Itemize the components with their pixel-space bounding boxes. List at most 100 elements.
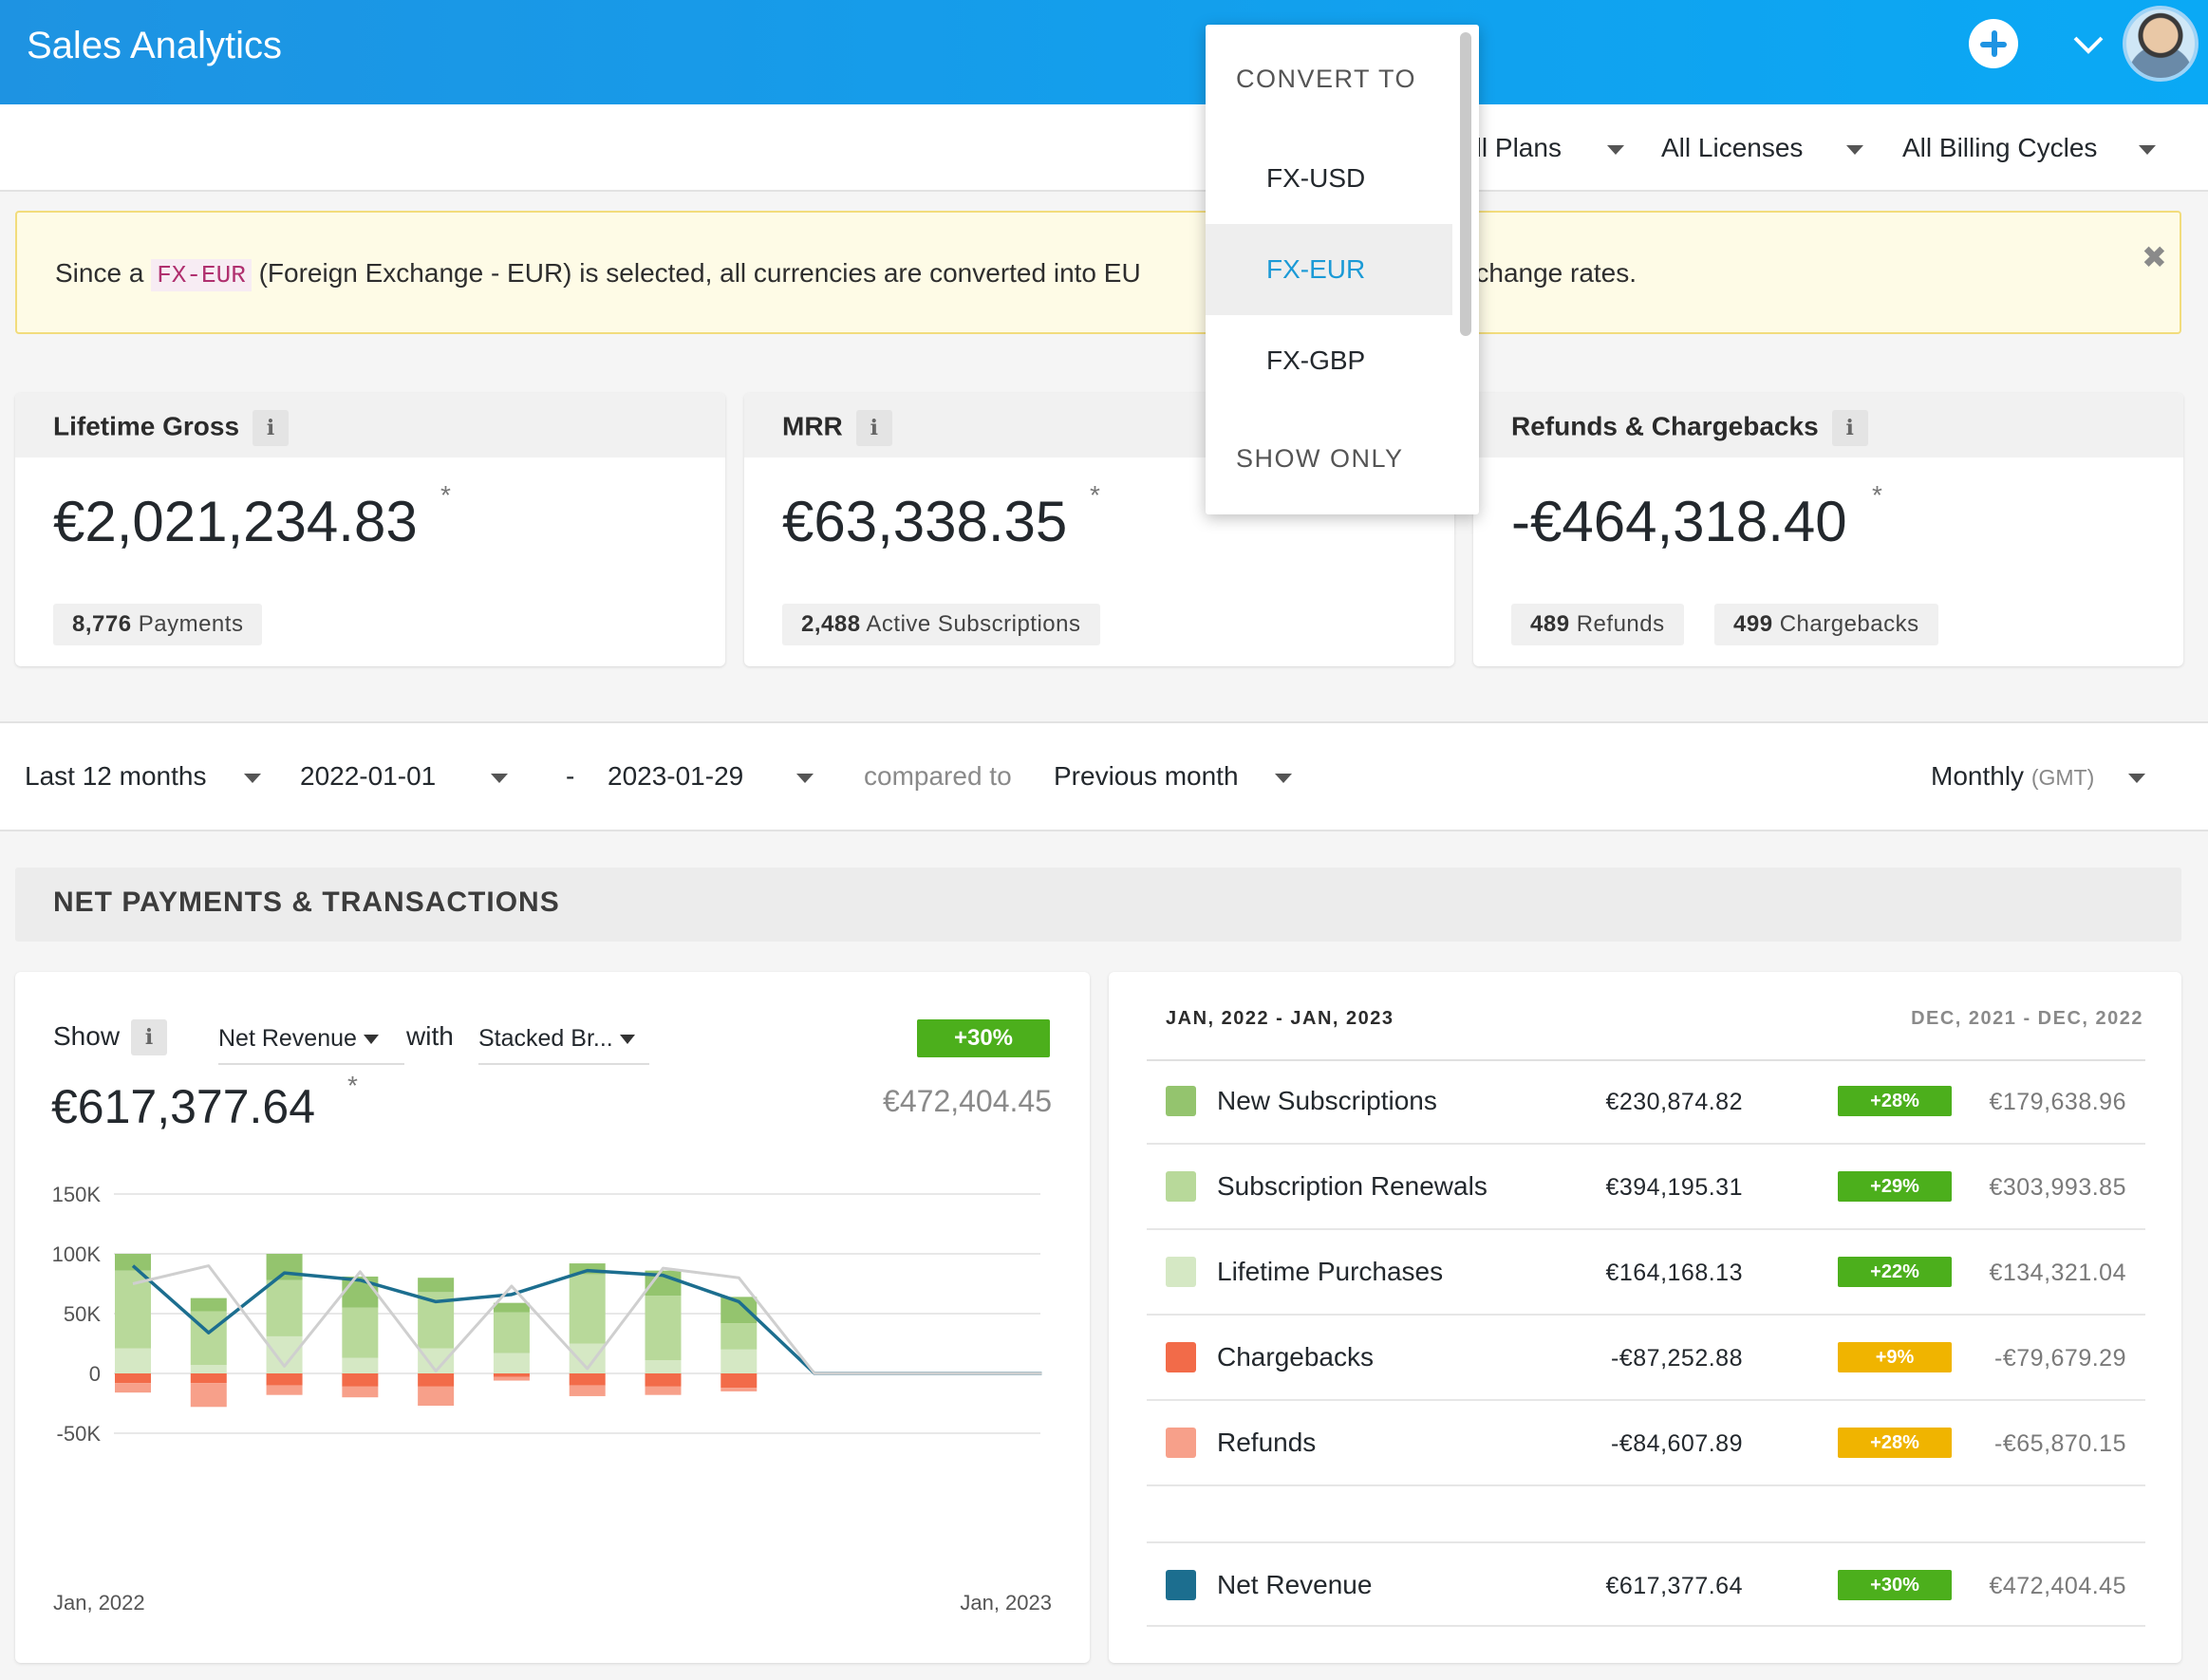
info-icon[interactable]: i (1831, 410, 1868, 446)
bar-segment (493, 1312, 530, 1353)
to-date-label: 2023-01-29 (608, 761, 744, 791)
card-value: €63,338.35 (782, 490, 1068, 553)
pill-number: 2,488 (801, 611, 861, 637)
pill-number: 489 (1530, 611, 1570, 637)
from-date-label: 2022-01-01 (300, 761, 437, 791)
bar-segment (115, 1373, 151, 1384)
bar-segment (645, 1373, 682, 1387)
licenses-filter[interactable]: All Licenses (1661, 131, 1864, 165)
interval-select[interactable]: Monthly (GMT) (1931, 759, 2146, 794)
legend-swatch (1166, 1428, 1196, 1458)
asterisk: * (1872, 480, 1882, 510)
bar-segment (342, 1373, 379, 1387)
info-icon[interactable]: i (855, 410, 892, 446)
row-value: €394,195.31 (1605, 1174, 1743, 1201)
option-fx-eur[interactable]: FX-EUR (1206, 224, 1452, 315)
bar-segment (569, 1385, 606, 1396)
date-dash: - (566, 761, 575, 791)
bar-segment (720, 1388, 758, 1391)
compared-label: compared to (864, 761, 1012, 791)
pill-number: 8,776 (72, 611, 132, 637)
bar-segment (418, 1373, 455, 1387)
comparison-row: New Subscriptions €230,874.82 +28% €179,638… (1147, 1059, 2145, 1145)
caret-down-icon (1274, 773, 1292, 783)
add-icon[interactable] (1969, 19, 2018, 68)
bar-segment (645, 1360, 682, 1373)
row-previous: €134,321.04 (1989, 1260, 2126, 1286)
row-name: Refunds (1217, 1428, 1317, 1457)
comparison-row: Refunds -€84,607.89 +28% -€65,870.15 (1147, 1401, 2145, 1486)
bar-segment (493, 1376, 530, 1381)
billing-filter[interactable]: All Billing Cycles (1902, 131, 2157, 165)
row-value: €230,874.82 (1605, 1089, 1743, 1115)
chargebacks-pill: 499 Chargebacks (1714, 604, 1938, 645)
bar-segment (266, 1335, 303, 1373)
timezone-label: (GMT) (2030, 765, 2095, 790)
row-badge: +30% (1838, 1570, 1952, 1600)
plans-filter[interactable]: All Plans (1458, 131, 1624, 165)
comparison-panel: JAN, 2022 - JAN, 2023 DEC, 2021 - DEC, 2… (1109, 972, 2181, 1663)
to-date[interactable]: 2023-01-29 (608, 759, 814, 793)
bar-segment (342, 1386, 379, 1398)
app-title: Sales Analytics (27, 25, 283, 66)
card-value: -€464,318.40 (1511, 490, 1847, 553)
row-badge: +9% (1838, 1342, 1952, 1372)
billing-filter-label: All Billing Cycles (1902, 133, 2098, 162)
pill-number: 499 (1733, 611, 1773, 637)
row-value: -€84,607.89 (1611, 1430, 1743, 1457)
bar-segment (115, 1383, 151, 1393)
row-previous: €472,404.45 (1989, 1573, 2126, 1599)
chart-panel: Show i Net Revenue with Stacked Br... +3… (15, 972, 1090, 1663)
option-fx-gbp[interactable]: FX-GBP (1206, 315, 1452, 406)
row-badge: +22% (1838, 1257, 1952, 1287)
bar-segment (569, 1274, 606, 1344)
comparison-row: Lifetime Purchases €164,168.13 +22% €134,32… (1147, 1230, 2145, 1316)
card-value: €2,021,234.83 (53, 490, 418, 553)
payments-pill: 8,776 Payments (53, 604, 263, 645)
avatar[interactable] (2123, 6, 2199, 82)
row-previous: €303,993.85 (1989, 1174, 2126, 1201)
info-icon[interactable]: i (253, 410, 290, 446)
comparison-row: Chargebacks -€87,252.88 +9% -€79,679.29 (1147, 1316, 2145, 1401)
subscriptions-pill: 2,488 Active Subscriptions (782, 604, 1100, 645)
section-header: NET PAYMENTS & TRANSACTIONS (15, 868, 2181, 942)
card-title: MRR (782, 411, 843, 441)
bar-segment (493, 1373, 530, 1377)
scrollbar[interactable] (1460, 32, 1471, 336)
from-date[interactable]: 2022-01-01 (300, 759, 509, 793)
convert-header: CONVERT TO (1236, 65, 1417, 93)
card-title: Lifetime Gross (53, 411, 240, 441)
close-icon[interactable]: ✖ (2142, 239, 2167, 275)
range-select[interactable]: Last 12 months (25, 759, 262, 793)
legend-swatch (1166, 1570, 1196, 1600)
caret-down-icon (491, 773, 509, 783)
compare-select[interactable]: Previous month (1054, 759, 1292, 793)
bar-segment (645, 1386, 682, 1395)
bar-segment (266, 1254, 303, 1280)
legend-swatch (1166, 1086, 1196, 1116)
row-badge: +28% (1838, 1086, 1952, 1116)
row-name: Lifetime Purchases (1217, 1257, 1444, 1286)
caret-down-icon (796, 773, 814, 783)
y-tick-label: 0 (89, 1362, 101, 1386)
currency-notice: Since a FX-EUR (Foreign Exchange - EUR) … (15, 211, 2181, 334)
chevron-down-icon[interactable] (2068, 27, 2109, 65)
y-tick-label: 150K (52, 1183, 102, 1206)
licenses-filter-label: All Licenses (1661, 133, 1804, 162)
filter-bar: All Plans All Licenses All Billing Cycle… (0, 104, 2208, 192)
row-name: Net Revenue (1217, 1570, 1373, 1599)
bar-segment (342, 1357, 379, 1373)
option-fx-usd[interactable]: FX-USD (1206, 133, 1452, 224)
bar-segment (493, 1353, 530, 1373)
section-title: NET PAYMENTS & TRANSACTIONS (53, 887, 560, 918)
legend-swatch (1166, 1171, 1196, 1202)
legend-swatch (1166, 1342, 1196, 1372)
current-period-header: JAN, 2022 - JAN, 2023 (1166, 1008, 1394, 1029)
row-previous: €179,638.96 (1989, 1089, 2126, 1115)
caret-down-icon (2139, 144, 2157, 155)
y-tick-label: 50K (64, 1302, 101, 1326)
bar-segment (190, 1373, 227, 1384)
row-name: Chargebacks (1217, 1342, 1374, 1372)
stacked-bar-chart: 150K 100K 50K 0 -50K (52, 1183, 1042, 1446)
caret-down-icon (244, 773, 262, 783)
